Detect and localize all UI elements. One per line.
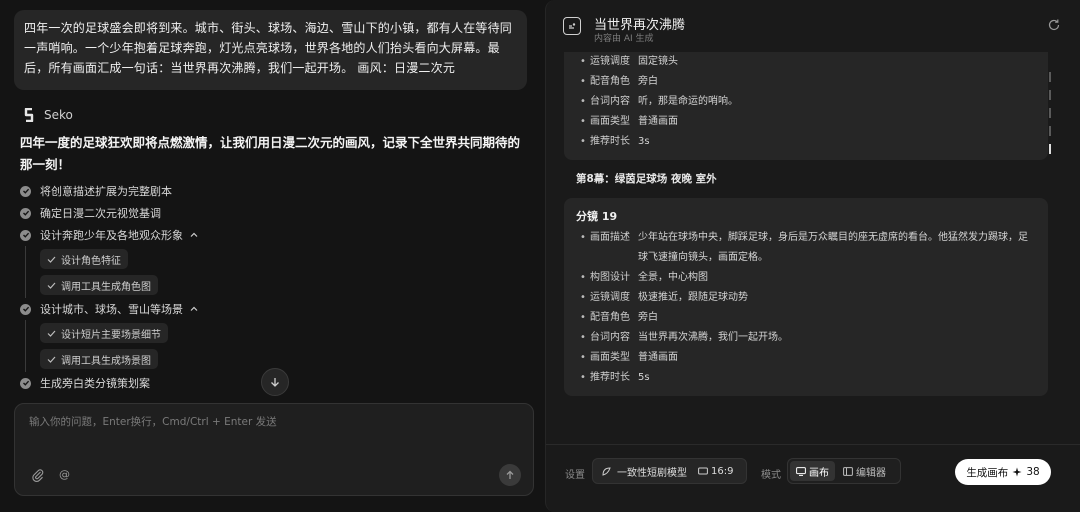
step-label: 设计城市、球场、雪山等场景 bbox=[40, 303, 183, 316]
scroll-down-button[interactable] bbox=[261, 368, 289, 396]
panel-header: 当世界再次沸腾 内容由 AI 生成 bbox=[546, 0, 1080, 50]
panel-subtitle: 内容由 AI 生成 bbox=[594, 34, 654, 44]
step-list: 将创意描述扩展为完整剧本 确定日漫二次元视觉基调 设计奔跑少年及各地观众形象 设… bbox=[20, 180, 320, 394]
canvas-icon bbox=[796, 466, 806, 476]
assistant-name: Seko bbox=[44, 108, 73, 122]
shot-row: • 构图设计 全景，中心构图 bbox=[580, 272, 708, 283]
scene-heading: 第8幕：绿茵足球场 夜晚 室外 bbox=[576, 173, 717, 185]
check-icon bbox=[20, 229, 31, 241]
send-button[interactable] bbox=[499, 464, 521, 486]
step-item-expandable[interactable]: 设计奔跑少年及各地观众形象 bbox=[20, 224, 320, 246]
mention-button[interactable]: @ bbox=[59, 468, 70, 481]
assistant-header: Seko bbox=[22, 108, 73, 122]
sparkle-icon bbox=[1012, 467, 1022, 477]
panel-footer: 设置 一致性短剧模型 16:9 模式 画布 编辑器 生成画布 38 bbox=[546, 444, 1080, 496]
scroll-mark[interactable] bbox=[1049, 90, 1051, 100]
message-input[interactable] bbox=[29, 414, 519, 454]
mode-editor-button[interactable]: 编辑器 bbox=[837, 461, 892, 481]
substep-chip[interactable]: 设计角色特征 bbox=[40, 249, 128, 269]
mode-canvas-button[interactable]: 画布 bbox=[790, 461, 835, 481]
check-icon bbox=[47, 256, 56, 263]
shot-card: 分镜 19 • 画面描述 少年站在球场中央，脚踩足球，身后是万众瞩目的座无虚席的看台… bbox=[564, 198, 1048, 396]
step-item: 确定日漫二次元视觉基调 bbox=[20, 202, 320, 224]
scroll-mark[interactable] bbox=[1049, 108, 1051, 118]
refresh-icon[interactable] bbox=[1047, 18, 1061, 32]
settings-label: 设置 bbox=[565, 470, 585, 481]
check-icon bbox=[20, 377, 31, 389]
chat-pane: 四年一次的足球盛会即将到来。城市、街头、球场、海边、雪山下的小镇，都有人在等待同… bbox=[0, 0, 545, 512]
generate-cost: 38 bbox=[1026, 466, 1040, 478]
step-label: 将创意描述扩展为完整剧本 bbox=[40, 185, 172, 198]
shot-title: 分镜 19 bbox=[576, 210, 618, 223]
shot-row: • 台词内容 听，那是命运的哨响。 bbox=[580, 96, 738, 107]
substep-label: 调用工具生成场景图 bbox=[61, 355, 151, 367]
scroll-mark[interactable] bbox=[1049, 126, 1051, 136]
generate-label: 生成画布 bbox=[966, 466, 1009, 479]
mode-label: 模式 bbox=[761, 470, 781, 481]
step-label: 生成旁白类分镜策划案 bbox=[40, 377, 150, 390]
shot-row: • 画面类型 普通画面 bbox=[580, 352, 678, 363]
substep-list: 设计短片主要场景细节 调用工具生成场景图 bbox=[25, 320, 320, 372]
shot-row: • 配音角色 旁白 bbox=[580, 76, 658, 87]
shot-row: • 运镜调度 固定镜头 bbox=[580, 56, 678, 67]
check-icon bbox=[20, 303, 31, 315]
model-icon bbox=[602, 466, 611, 476]
shot-row: • 台词内容 当世界再次沸腾，我们一起开场。 bbox=[580, 332, 788, 343]
step-label: 确定日漫二次元视觉基调 bbox=[40, 207, 161, 220]
scroll-navigator[interactable] bbox=[1049, 72, 1052, 162]
user-message: 四年一次的足球盛会即将到来。城市、街头、球场、海边、雪山下的小镇，都有人在等待同… bbox=[14, 10, 527, 90]
editor-icon bbox=[843, 466, 853, 476]
check-icon bbox=[20, 207, 31, 219]
shot-row: • 运镜调度 极速推近，跟随足球动势 bbox=[580, 292, 748, 303]
shot-row: • 配音角色 旁白 bbox=[580, 312, 658, 323]
substep-list: 设计角色特征 调用工具生成角色图 bbox=[25, 246, 320, 298]
scroll-mark[interactable] bbox=[1049, 72, 1051, 82]
substep-label: 调用工具生成角色图 bbox=[61, 281, 151, 293]
seko-logo-icon bbox=[22, 108, 36, 122]
ratio-icon bbox=[698, 467, 708, 475]
scroll-mark-active[interactable] bbox=[1049, 144, 1051, 154]
check-icon bbox=[47, 330, 56, 337]
step-label: 设计奔跑少年及各地观众形象 bbox=[40, 229, 183, 242]
substep-label: 设计角色特征 bbox=[61, 255, 121, 267]
mode-canvas-label: 画布 bbox=[809, 467, 829, 479]
check-icon bbox=[20, 185, 31, 197]
ratio-value: 16:9 bbox=[711, 465, 734, 477]
chevron-up-icon[interactable] bbox=[189, 304, 199, 314]
substep-chip[interactable]: 调用工具生成场景图 bbox=[40, 349, 158, 369]
shot-row: • 画面类型 普通画面 bbox=[580, 116, 678, 127]
arrow-up-icon bbox=[506, 470, 514, 479]
check-icon bbox=[47, 282, 56, 289]
storyboard-content: • 运镜调度 固定镜头 • 配音角色 旁白 • 台词内容 听，那是命运的哨响。 • 画面类型普… bbox=[564, 52, 1048, 427]
mode-switch: 画布 编辑器 bbox=[787, 458, 901, 484]
check-icon bbox=[47, 356, 56, 363]
substep-label: 设计短片主要场景细节 bbox=[61, 329, 161, 341]
message-composer: @ bbox=[14, 403, 534, 496]
script-panel: 当世界再次沸腾 内容由 AI 生成 • 运镜调度 固定镜头 • 配音角色 旁白 • 台词内… bbox=[545, 0, 1080, 512]
chevron-up-icon[interactable] bbox=[189, 230, 199, 240]
model-name: 一致性短剧模型 bbox=[617, 467, 687, 479]
paperclip-icon[interactable] bbox=[31, 468, 45, 482]
substep-chip[interactable]: 设计短片主要场景细节 bbox=[40, 323, 168, 343]
aspect-ratio[interactable]: 16:9 bbox=[698, 466, 733, 477]
mode-editor-label: 编辑器 bbox=[856, 467, 886, 479]
model-selector[interactable]: 一致性短剧模型 16:9 bbox=[592, 458, 747, 484]
arrow-down-icon bbox=[271, 378, 279, 387]
step-item-expandable[interactable]: 设计城市、球场、雪山等场景 bbox=[20, 298, 320, 320]
assistant-intro: 四年一度的足球狂欢即将点燃激情，让我们用日漫二次元的画风，记录下全世界共同期待的… bbox=[20, 135, 521, 172]
shot-row: • 画面描述 少年站在球场中央，脚踩足球，身后是万众瞩目的座无虚席的看台。他猛然发力… bbox=[580, 232, 1028, 263]
step-item: 将创意描述扩展为完整剧本 bbox=[20, 180, 320, 202]
generate-canvas-button[interactable]: 生成画布 38 bbox=[955, 459, 1051, 485]
shot-row: • 推荐时长 5s bbox=[580, 372, 650, 383]
shot-row: • 推荐时长 3s bbox=[580, 136, 650, 147]
shot-card: • 运镜调度 固定镜头 • 配音角色 旁白 • 台词内容 听，那是命运的哨响。 • 画面类型普… bbox=[564, 52, 1048, 160]
substep-chip[interactable]: 调用工具生成角色图 bbox=[40, 275, 158, 295]
document-icon bbox=[563, 17, 581, 35]
